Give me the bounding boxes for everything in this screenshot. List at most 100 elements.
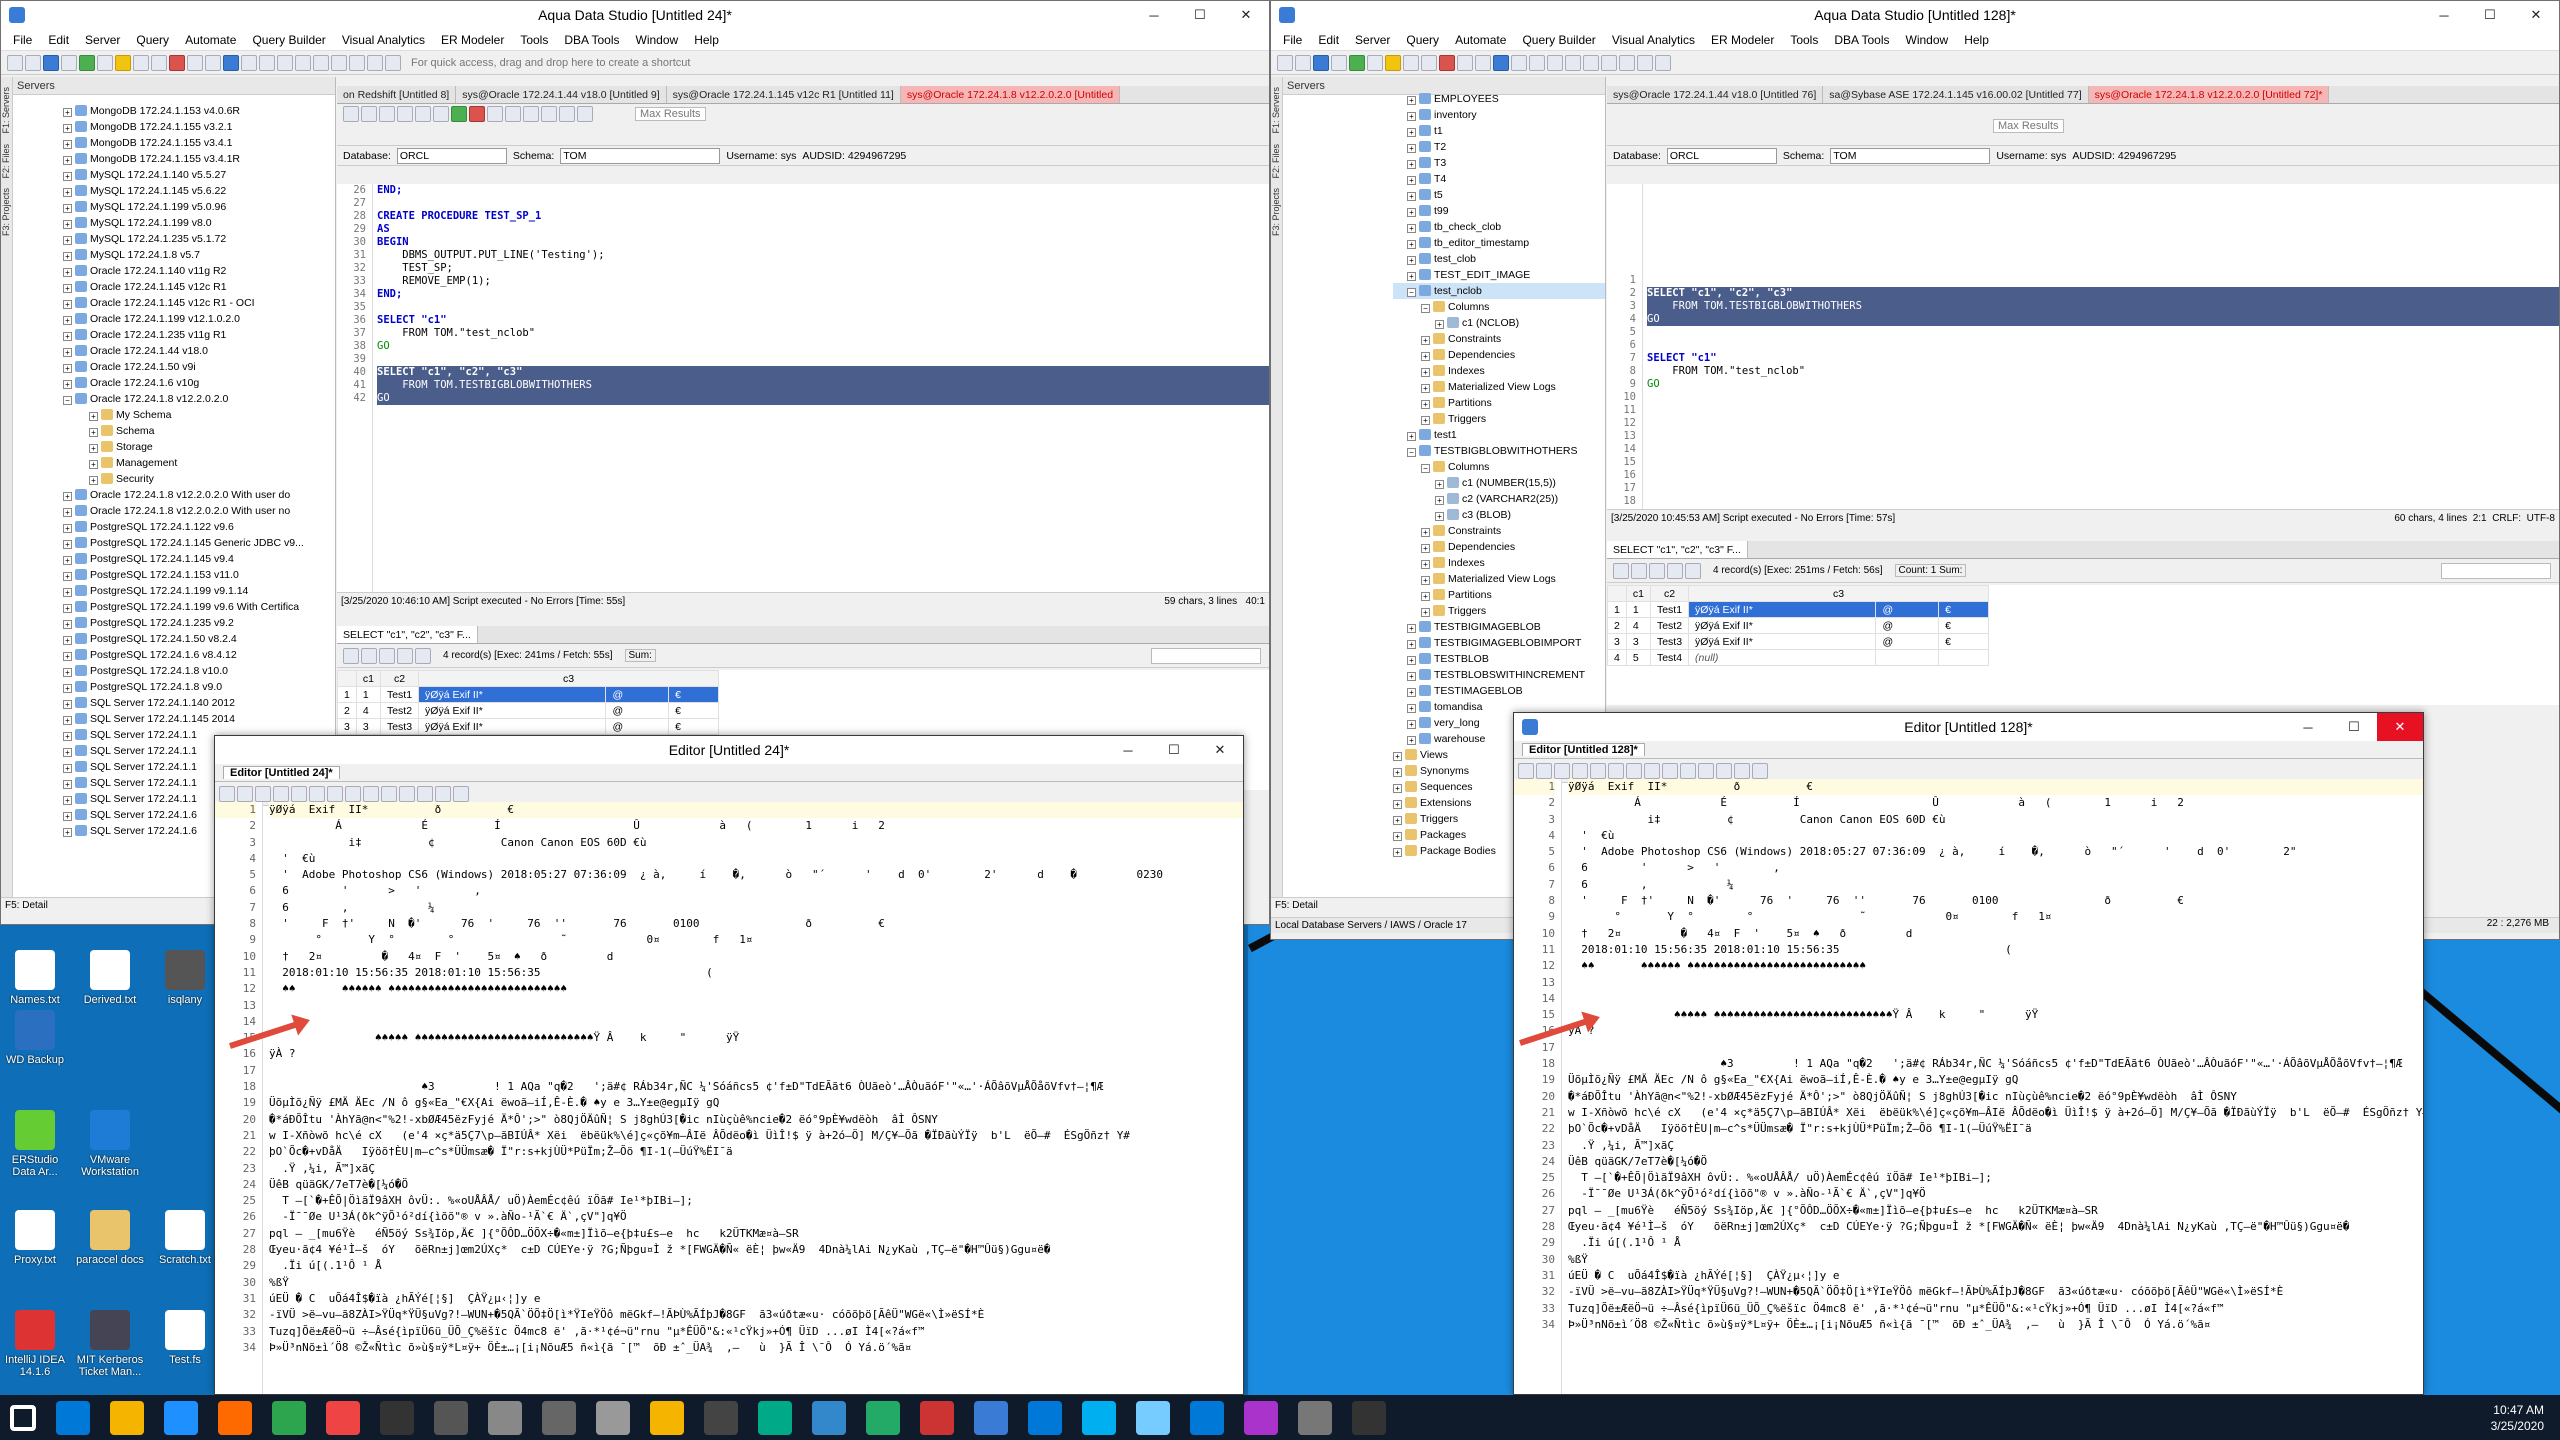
toolbar-button[interactable]	[1439, 54, 1455, 71]
expand-icon[interactable]: +	[1407, 624, 1416, 633]
table-row[interactable]: 3 3 Test3 ÿØÿá Exif II* @ €	[1607, 633, 1990, 650]
expand-icon[interactable]: +	[63, 492, 72, 501]
tree-item[interactable]: + test1	[1393, 427, 1605, 443]
tree-item[interactable]: + TESTBIGIMAGEBLOBIMPORT	[1393, 635, 1605, 651]
toolbar-button[interactable]	[1349, 54, 1365, 71]
tree-item[interactable]: + PostgreSQL 172.24.1.145 v9.4	[63, 551, 335, 567]
toolbar-button[interactable]	[1547, 54, 1563, 71]
expand-icon[interactable]: +	[63, 140, 72, 149]
desktop-icon[interactable]: Test.fs	[150, 1310, 220, 1366]
expand-icon[interactable]: −	[1407, 448, 1416, 457]
expand-icon[interactable]: +	[1435, 480, 1444, 489]
grid-cell[interactable]: @	[1875, 633, 1940, 650]
expand-icon[interactable]: +	[63, 652, 72, 661]
expand-icon[interactable]: +	[1421, 368, 1430, 377]
taskbar-app-icon[interactable]	[326, 1400, 360, 1435]
binary-content[interactable]: 1234567891011121314151617181920212223242…	[215, 802, 1243, 1394]
expand-icon[interactable]: +	[63, 364, 72, 373]
toolbar-button[interactable]	[97, 54, 113, 71]
taskbar-app-icon[interactable]	[758, 1400, 792, 1435]
toolbar-button[interactable]	[1511, 54, 1527, 71]
toolbar-button[interactable]	[1421, 54, 1437, 71]
tree-item[interactable]: + Oracle 172.24.1.50 v9i	[63, 359, 335, 375]
menu-item[interactable]: Window	[628, 33, 687, 47]
expand-icon[interactable]: +	[63, 668, 72, 677]
expand-icon[interactable]: +	[1407, 112, 1416, 121]
expand-icon[interactable]: +	[63, 796, 72, 805]
column-header[interactable]: c3	[418, 670, 720, 687]
expand-icon[interactable]: +	[63, 764, 72, 773]
menu-item[interactable]: Query Builder	[1514, 33, 1603, 47]
expand-icon[interactable]: +	[1407, 432, 1416, 441]
expand-icon[interactable]: −	[63, 396, 72, 405]
toolbar-button[interactable]	[453, 785, 469, 802]
menu-item[interactable]: ER Modeler	[1703, 33, 1782, 47]
grid-cell[interactable]: 3	[1607, 633, 1627, 650]
taskbar-app-icon[interactable]	[218, 1400, 252, 1435]
menu-item[interactable]: Tools	[512, 33, 556, 47]
tree-item[interactable]: + MongoDB 172.24.1.155 v3.2.1	[63, 119, 335, 135]
tree-item[interactable]: + MySQL 172.24.1.140 v5.5.27	[63, 167, 335, 183]
toolbar-button[interactable]	[327, 785, 343, 802]
column-header[interactable]: c2	[1649, 585, 1690, 602]
minimize-button[interactable]: ─	[2285, 713, 2331, 741]
taskbar-app-icon[interactable]	[1244, 1400, 1278, 1435]
toolbar-button[interactable]	[1626, 762, 1642, 779]
query-tab[interactable]: sys@Oracle 172.24.1.8 v12.2.0.2.0 [Untit…	[2088, 86, 2330, 103]
grid-cell[interactable]: ÿØÿá Exif II*	[418, 702, 607, 719]
toolbar-button[interactable]	[523, 106, 539, 122]
expand-icon[interactable]: +	[63, 332, 72, 341]
expand-icon[interactable]: +	[1421, 528, 1430, 537]
tree-item[interactable]: + T3	[1393, 155, 1605, 171]
toolbar-button[interactable]	[1583, 54, 1599, 71]
system-clock[interactable]: 10:47 AM 3/25/2020	[2491, 1402, 2544, 1434]
expand-icon[interactable]: +	[89, 428, 98, 437]
toolbar-button[interactable]	[1619, 54, 1635, 71]
menu-item[interactable]: Automate	[1447, 33, 1514, 47]
toolbar-button[interactable]	[1698, 762, 1714, 779]
toolbar-button[interactable]	[433, 106, 449, 122]
toolbar-button[interactable]	[273, 785, 289, 802]
menu-item[interactable]: Query	[128, 33, 177, 47]
grid-cell[interactable]: (null)	[1688, 649, 1877, 666]
toolbar-button[interactable]	[313, 54, 329, 71]
toolbar-button[interactable]	[381, 785, 397, 802]
toolbar-button[interactable]	[363, 785, 379, 802]
taskbar-app-icon[interactable]	[812, 1400, 846, 1435]
toolbar-button[interactable]	[219, 785, 235, 802]
toolbar-button[interactable]	[1367, 54, 1383, 71]
menu-item[interactable]: Help	[1956, 33, 1997, 47]
taskbar-app-icon[interactable]	[1136, 1400, 1170, 1435]
desktop-icon[interactable]: MIT Kerberos Ticket Man...	[75, 1310, 145, 1378]
tree-item[interactable]: + Materialized View Logs	[1393, 379, 1605, 395]
taskbar-app-icon[interactable]	[56, 1400, 90, 1435]
toolbar-button[interactable]	[187, 54, 203, 71]
expand-icon[interactable]: +	[1407, 656, 1416, 665]
expand-icon[interactable]: +	[63, 284, 72, 293]
expand-icon[interactable]: +	[63, 204, 72, 213]
expand-icon[interactable]: +	[63, 300, 72, 309]
tree-item[interactable]: + Oracle 172.24.1.44 v18.0	[63, 343, 335, 359]
toolbar-button[interactable]	[61, 54, 77, 71]
toolbar-button[interactable]	[277, 54, 293, 71]
menu-item[interactable]: Automate	[177, 33, 244, 47]
tree-item[interactable]: + tb_editor_timestamp	[1393, 235, 1605, 251]
expand-icon[interactable]: +	[1435, 320, 1444, 329]
tree-item[interactable]: + Indexes	[1393, 555, 1605, 571]
expand-icon[interactable]: +	[1407, 240, 1416, 249]
expand-icon[interactable]: +	[63, 124, 72, 133]
expand-icon[interactable]: +	[1421, 336, 1430, 345]
grid-cell[interactable]: @	[605, 702, 670, 719]
menu-item[interactable]: ER Modeler	[433, 33, 512, 47]
grid-cell[interactable]: ÿØÿá Exif II*	[1688, 617, 1877, 634]
toolbar-button[interactable]	[1475, 54, 1491, 71]
max-results[interactable]: Max Results	[635, 107, 706, 121]
expand-icon[interactable]: +	[1407, 176, 1416, 185]
expand-icon[interactable]: +	[63, 188, 72, 197]
tree-item[interactable]: − Columns	[1393, 299, 1605, 315]
taskbar-app-icon[interactable]	[1352, 1400, 1386, 1435]
toolbar-button[interactable]	[435, 785, 451, 802]
column-header[interactable]: c1	[1625, 585, 1651, 602]
toolbar-button[interactable]	[1601, 54, 1617, 71]
toolbar-button[interactable]	[487, 106, 503, 122]
